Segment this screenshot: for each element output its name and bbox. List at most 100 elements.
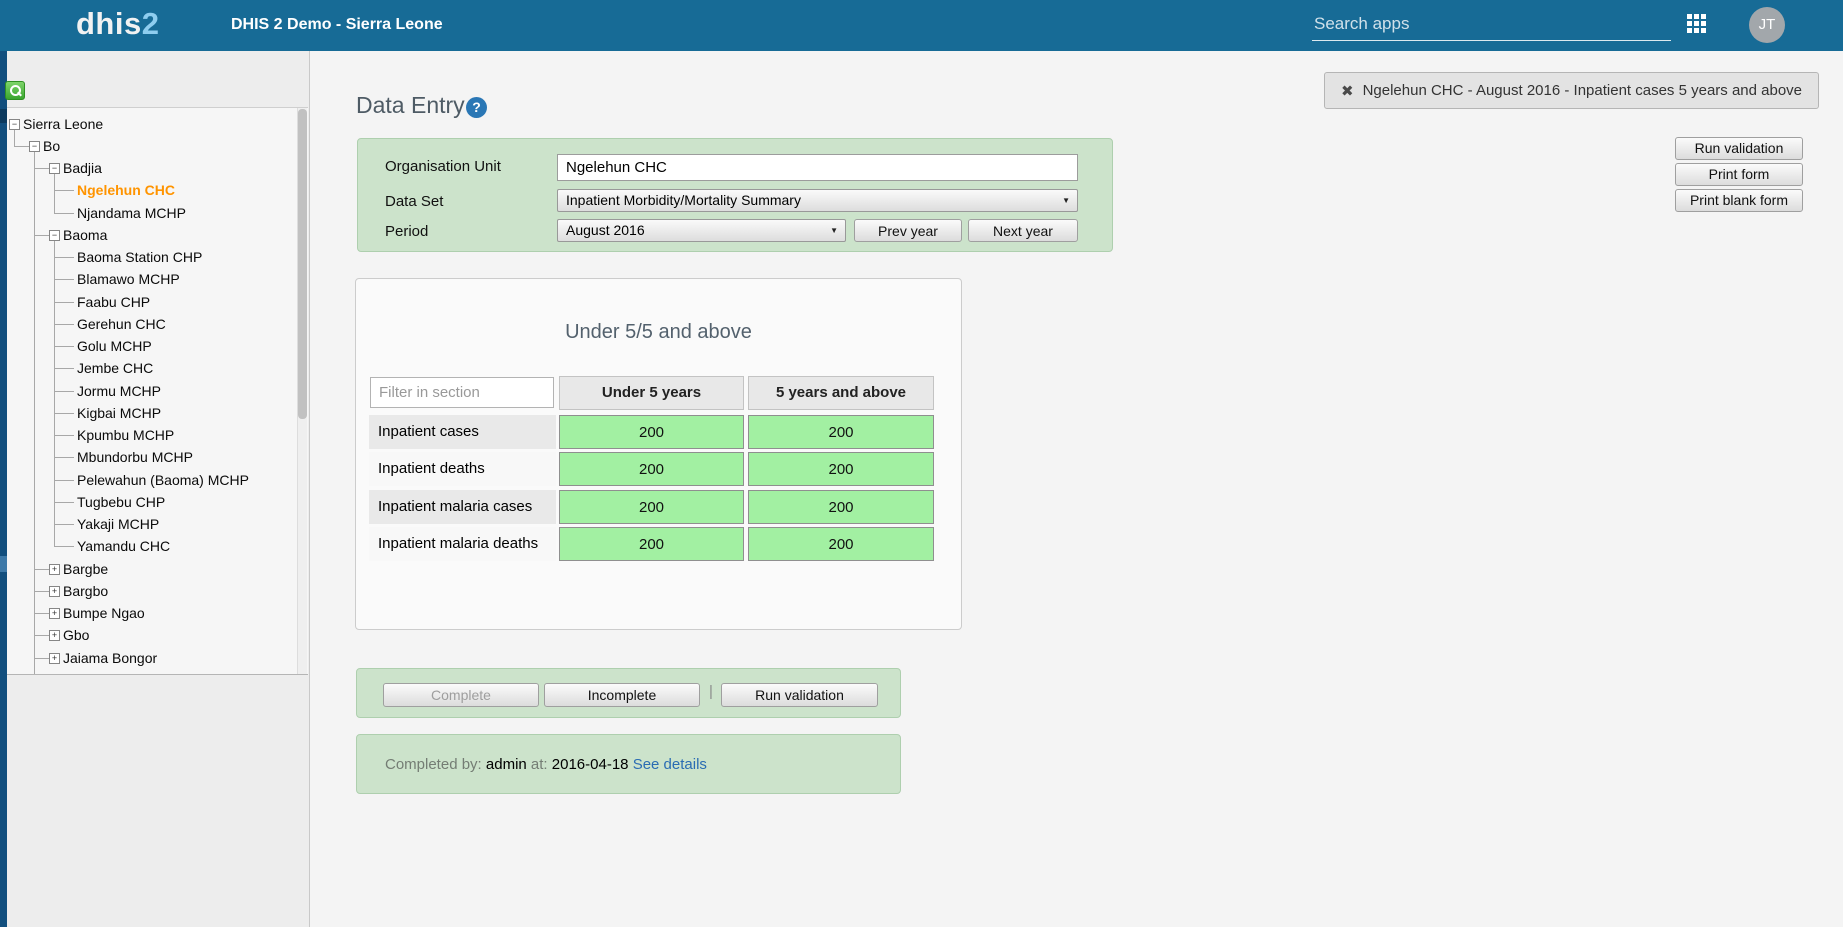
search-apps-input[interactable] [1312,8,1671,41]
tree-item-label[interactable]: Bo [43,136,60,157]
tree-item-label[interactable]: Gbo [63,625,89,646]
tree-item-label[interactable]: Ngelehun CHC [77,180,175,201]
tree-item-bargbe[interactable]: +Bargbe [7,559,295,580]
collapse-node-icon[interactable]: − [9,119,20,130]
tree-item-label[interactable]: Faabu CHP [77,292,150,313]
tree-item-label[interactable]: Jaiama Bongor [63,648,157,669]
orgunit-search-icon[interactable] [5,81,25,100]
expand-node-icon[interactable]: + [49,653,60,664]
tree-item-jembe-chc[interactable]: Jembe CHC [7,358,295,379]
tree-scrollbar-thumb[interactable] [298,109,307,419]
tree-item-label[interactable]: Yakaji MCHP [77,514,159,535]
tree-item-clipped[interactable]: + [7,670,295,675]
completed-by-user: admin [486,756,527,773]
expand-node-icon[interactable]: + [49,586,60,597]
tree-connector [54,324,74,325]
tree-item-label[interactable]: Gerehun CHC [77,314,166,335]
help-icon[interactable]: ? [466,97,487,118]
collapse-node-icon[interactable]: − [49,163,60,174]
sidebar-collapse-handle[interactable] [0,109,7,123]
tree-item-label[interactable]: Jembe CHC [77,358,153,379]
tree-item-pelewahun-baoma-mchp[interactable]: Pelewahun (Baoma) MCHP [7,470,295,491]
see-details-link[interactable]: See details [633,756,707,773]
tree-item-golu-mchp[interactable]: Golu MCHP [7,336,295,357]
column-header-5andabove: 5 years and above [748,376,934,410]
complete-button[interactable]: Complete [383,683,539,707]
data-value-input[interactable] [748,415,934,449]
print-blank-form-button[interactable]: Print blank form [1675,189,1803,212]
data-set-select[interactable]: Inpatient Morbidity/Mortality Summary ▼ [557,189,1078,212]
data-value-input[interactable] [748,452,934,486]
tree-item-label[interactable]: Baoma [63,225,107,246]
dhis2-logo[interactable]: dhis2 [76,6,159,42]
tree-item-label[interactable]: Bargbe [63,559,108,580]
data-element-label: Inpatient malaria deaths [369,527,556,561]
incomplete-button[interactable]: Incomplete [544,683,700,707]
tree-item-baoma-station-chp[interactable]: Baoma Station CHP [7,247,295,268]
next-year-button[interactable]: Next year [968,219,1078,242]
run-validation-bottom-button[interactable]: Run validation [721,683,878,707]
data-set-label: Data Set [385,193,443,210]
tree-item-gerehun-chc[interactable]: Gerehun CHC [7,314,295,335]
tree-item-faabu-chp[interactable]: Faabu CHP [7,292,295,313]
data-value-input[interactable] [559,452,744,486]
tree-item-bo[interactable]: −Bo [7,136,295,157]
data-value-input[interactable] [748,490,934,524]
user-avatar[interactable]: JT [1749,7,1785,43]
tree-item-yakaji-mchp[interactable]: Yakaji MCHP [7,514,295,535]
tree-item-yamandu-chc[interactable]: Yamandu CHC [7,536,295,557]
tree-item-blamawo-mchp[interactable]: Blamawo MCHP [7,269,295,290]
data-value-input[interactable] [559,527,744,561]
prev-year-button[interactable]: Prev year [854,219,962,242]
tree-item-label[interactable]: Badjia [63,158,102,179]
expand-node-icon[interactable]: + [49,630,60,641]
close-icon[interactable]: ✖ [1341,82,1354,100]
tree-item-label[interactable]: Jormu MCHP [77,381,161,402]
data-value-input[interactable] [748,527,934,561]
tree-item-label[interactable]: Sierra Leone [23,114,103,135]
tree-item-sierra-leone[interactable]: −Sierra Leone [7,114,295,135]
print-form-button[interactable]: Print form [1675,163,1803,186]
section-filter-input[interactable] [370,377,554,408]
tree-item-label[interactable]: Blamawo MCHP [77,269,180,290]
tree-item-tugbebu-chp[interactable]: Tugbebu CHP [7,492,295,513]
org-unit-input[interactable] [557,154,1078,181]
tree-item-baoma[interactable]: −Baoma [7,225,295,246]
tree-item-label[interactable]: Kigbai MCHP [77,403,161,424]
tree-item-ngelehun-chc[interactable]: Ngelehun CHC [7,180,295,201]
tree-item-badjia[interactable]: −Badjia [7,158,295,179]
expand-node-icon[interactable]: + [49,564,60,575]
collapse-node-icon[interactable]: − [29,141,40,152]
tree-item-label[interactable]: Golu MCHP [77,336,152,357]
tree-item-jormu-mchp[interactable]: Jormu MCHP [7,381,295,402]
tree-connector [54,413,74,414]
tree-item-label[interactable]: Bargbo [63,581,108,602]
tree-item-label[interactable]: Njandama MCHP [77,203,186,224]
tree-item-njandama-mchp[interactable]: Njandama MCHP [7,203,295,224]
tree-item-kigbai-mchp[interactable]: Kigbai MCHP [7,403,295,424]
sidebar-resize-handle[interactable] [0,556,7,572]
tree-item-label[interactable]: Kpumbu MCHP [77,425,174,446]
completion-action-bar: Complete Incomplete | Run validation [356,668,901,718]
collapse-node-icon[interactable]: − [49,230,60,241]
tree-item-bargbo[interactable]: +Bargbo [7,581,295,602]
tree-item-label[interactable]: Mbundorbu MCHP [77,447,193,468]
data-value-input[interactable] [559,490,744,524]
data-value-input[interactable] [559,415,744,449]
apps-menu-icon[interactable] [1687,14,1710,37]
tree-item-label[interactable]: Baoma Station CHP [77,247,202,268]
tree-item-label[interactable]: Yamandu CHC [77,536,170,557]
data-element-label: Inpatient deaths [369,452,556,486]
period-select[interactable]: August 2016 ▼ [557,219,846,242]
tree-item-jaiama-bongor[interactable]: +Jaiama Bongor [7,648,295,669]
tree-item-gbo[interactable]: +Gbo [7,625,295,646]
tree-item-label[interactable]: Bumpe Ngao [63,603,145,624]
tree-item-label[interactable]: Pelewahun (Baoma) MCHP [77,470,249,491]
expand-node-icon[interactable]: + [49,608,60,619]
tree-item-label[interactable]: Tugbebu CHP [77,492,165,513]
tree-scrollbar[interactable] [297,108,307,674]
run-validation-button[interactable]: Run validation [1675,137,1803,160]
tree-item-bumpe-ngao[interactable]: +Bumpe Ngao [7,603,295,624]
tree-item-kpumbu-mchp[interactable]: Kpumbu MCHP [7,425,295,446]
tree-item-mbundorbu-mchp[interactable]: Mbundorbu MCHP [7,447,295,468]
